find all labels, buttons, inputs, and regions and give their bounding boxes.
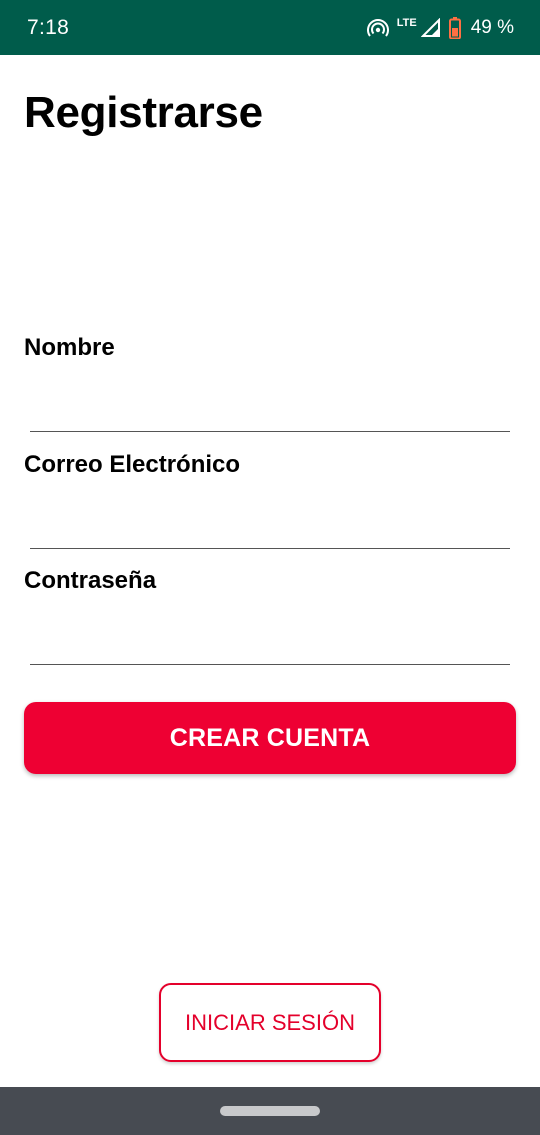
- page-title: Registrarse: [24, 88, 263, 137]
- create-account-button[interactable]: CREAR CUENTA: [24, 702, 516, 774]
- hotspot-icon: [366, 18, 389, 38]
- signal-icon: [420, 17, 441, 38]
- status-time: 7:18: [27, 15, 70, 39]
- battery-percentage: 49 %: [470, 16, 514, 38]
- register-screen: 7:18 LTE 49 % Registrarse Nombre Correo …: [0, 0, 540, 1135]
- name-label: Nombre: [24, 334, 115, 361]
- login-button[interactable]: INICIAR SESIÓN: [159, 983, 381, 1062]
- email-field[interactable]: [30, 509, 510, 549]
- password-field[interactable]: [30, 625, 510, 665]
- name-field[interactable]: [30, 392, 510, 432]
- home-gesture-handle[interactable]: [220, 1106, 320, 1116]
- status-bar: 7:18 LTE 49 %: [0, 0, 540, 55]
- status-icons: LTE 49 %: [366, 16, 514, 39]
- navigation-bar: [0, 1087, 540, 1135]
- password-label: Contraseña: [24, 567, 157, 594]
- network-type-label: LTE: [396, 16, 417, 29]
- battery-icon: [448, 16, 461, 39]
- email-label: Correo Electrónico: [24, 451, 241, 478]
